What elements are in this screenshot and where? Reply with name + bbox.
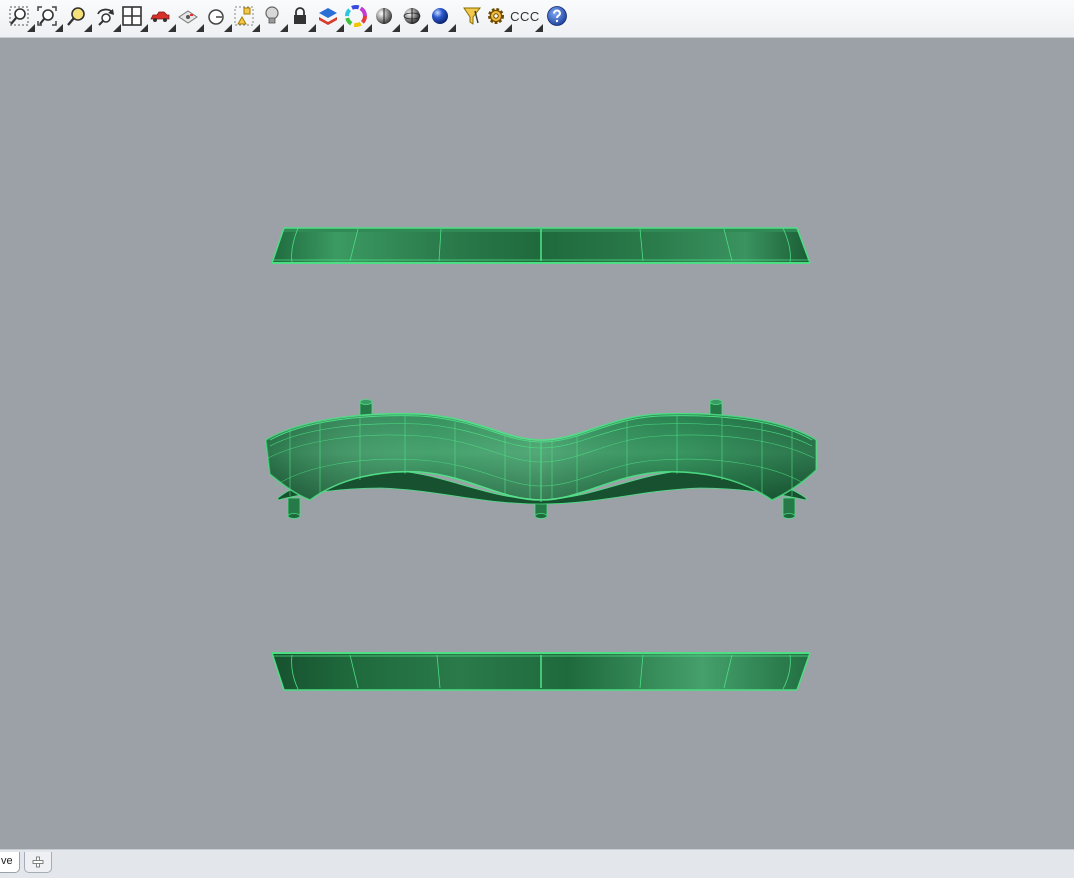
- select-filter-icon: [463, 7, 482, 25]
- top-ring-band[interactable]: [271, 227, 811, 264]
- viewport-tab-perspective[interactable]: ve: [0, 852, 20, 873]
- middle-wavy-ring[interactable]: [265, 399, 817, 519]
- named-views-button[interactable]: [175, 3, 204, 32]
- four-viewports-button[interactable]: [119, 3, 148, 32]
- car-button[interactable]: [147, 3, 176, 32]
- pin-bottom-left: [287, 497, 301, 519]
- help-icon: [547, 6, 567, 26]
- viewport-tab-label: ve: [1, 855, 13, 867]
- set-cplane-button[interactable]: [203, 3, 232, 32]
- rhino-app: CCC ve: [0, 0, 1074, 878]
- ccc-button-label: CCC: [510, 8, 540, 24]
- viewport-tab-strip: ve: [0, 849, 1074, 878]
- viewport-canvas: [265, 227, 817, 691]
- select-filter-button[interactable]: [459, 3, 485, 29]
- pin-bottom-right: [782, 497, 796, 519]
- light-bulb-button[interactable]: [259, 3, 288, 32]
- plus-icon: [32, 856, 44, 868]
- zoom-window-button[interactable]: [6, 3, 35, 32]
- shaded-sphere-button[interactable]: [371, 3, 400, 32]
- render-blue-sphere-button[interactable]: [427, 3, 456, 32]
- lock-button[interactable]: [287, 3, 316, 32]
- bottom-ring-band[interactable]: [271, 652, 811, 691]
- rotate-view-button[interactable]: [92, 3, 121, 32]
- layer-button[interactable]: [315, 3, 344, 32]
- color-wheel-button[interactable]: [343, 3, 372, 32]
- zoom-extents-button[interactable]: [34, 3, 63, 32]
- add-viewport-tab-button[interactable]: [24, 852, 52, 873]
- perspective-viewport[interactable]: [0, 38, 1074, 849]
- ccc-button[interactable]: CCC: [510, 3, 543, 32]
- help-button[interactable]: [544, 3, 570, 29]
- rendered-sphere-button[interactable]: [399, 3, 428, 32]
- options-gear-button[interactable]: [483, 3, 512, 32]
- main-toolbar: CCC: [0, 0, 1074, 38]
- object-snap-button[interactable]: [231, 3, 260, 32]
- zoom-selected-button[interactable]: [63, 3, 92, 32]
